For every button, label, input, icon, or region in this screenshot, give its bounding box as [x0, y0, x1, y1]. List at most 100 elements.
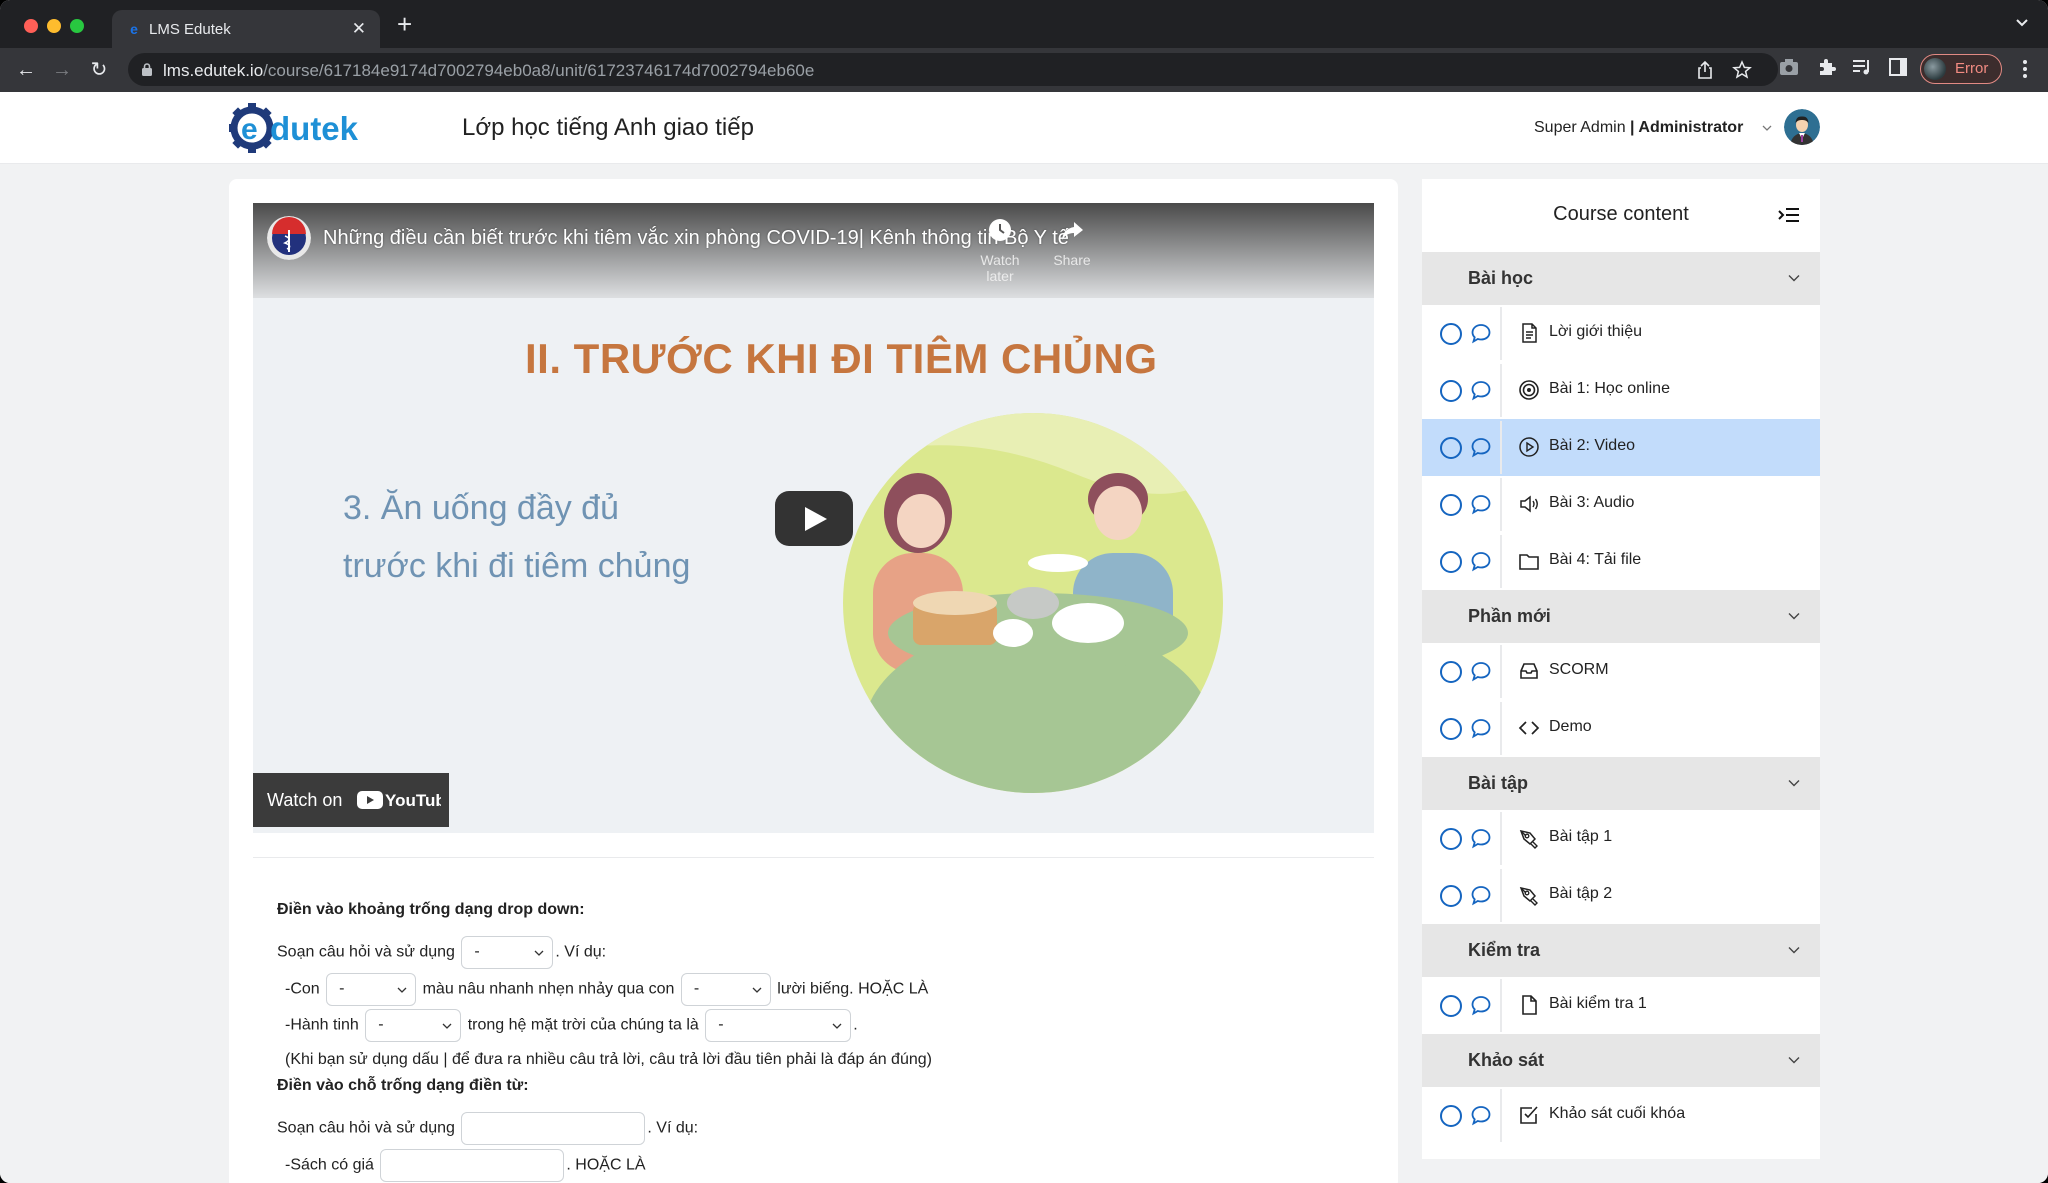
sidebar-item-label: Bài 1: Học online: [1549, 380, 1670, 397]
item-divider: [1500, 364, 1502, 417]
lesson-panel: Những điều cần biết trước khi tiêm vắc x…: [229, 179, 1398, 1183]
sidebar-item[interactable]: Khảo sát cuối khóa: [1422, 1087, 1820, 1144]
sidebar-section[interactable]: Khảo sát: [1422, 1034, 1820, 1087]
text: màu nâu nhanh nhẹn nhảy qua con: [422, 980, 675, 998]
completion-status-icon[interactable]: [1440, 885, 1462, 907]
blank-select-2[interactable]: -: [326, 973, 417, 1006]
text: Soạn câu hỏi và sử dụng: [277, 1119, 455, 1137]
comment-icon[interactable]: [1470, 379, 1492, 401]
completion-status-icon[interactable]: [1440, 551, 1462, 573]
channel-logo[interactable]: [267, 216, 311, 260]
section-label: Kiểm tra: [1468, 940, 1541, 960]
comment-icon[interactable]: [1470, 827, 1492, 849]
youtube-embed[interactable]: Những điều cần biết trước khi tiêm vắc x…: [253, 203, 1374, 833]
comment-icon[interactable]: [1470, 1104, 1492, 1126]
profile-error-button[interactable]: Error: [1920, 54, 2002, 84]
target-icon: [1519, 380, 1539, 400]
sidebar-item-label: Bài 4: Tải file: [1549, 551, 1642, 568]
text: Soạn câu hỏi và sử dụng: [277, 943, 455, 961]
edutek-logo[interactable]: e dutek: [226, 98, 376, 158]
side-panel-icon[interactable]: [1887, 56, 1909, 78]
item-divider: [1500, 645, 1502, 698]
completion-status-icon[interactable]: [1440, 323, 1462, 345]
more-menu-icon[interactable]: [2022, 58, 2028, 80]
user-avatar[interactable]: [1784, 109, 1820, 145]
bookmark-star-icon[interactable]: [1732, 60, 1752, 80]
reload-button[interactable]: ↻: [85, 56, 113, 84]
fill-heading: Điền vào chỗ trống dạng điền từ:: [277, 1077, 529, 1094]
close-window-button[interactable]: [24, 19, 38, 33]
comment-icon[interactable]: [1470, 717, 1492, 739]
media-queue-icon[interactable]: [1851, 56, 1873, 78]
user-name: Super Admin: [1534, 119, 1626, 136]
completion-status-icon[interactable]: [1440, 828, 1462, 850]
sidebar-section[interactable]: Phần mới: [1422, 590, 1820, 643]
watch-on-youtube-button[interactable]: Watch on YouTube: [253, 773, 449, 827]
browser-toolbar: ← → ↻ lms.edutek.io/course/617184e9174d7…: [0, 48, 2048, 92]
extensions-puzzle-icon[interactable]: [1816, 56, 1838, 78]
blank-select-4[interactable]: -: [365, 1009, 462, 1042]
comment-icon[interactable]: [1470, 660, 1492, 682]
blank-select-3[interactable]: -: [680, 973, 771, 1006]
comment-icon[interactable]: [1470, 884, 1492, 906]
completion-status-icon[interactable]: [1440, 380, 1462, 402]
camera-icon[interactable]: [1778, 56, 1800, 78]
completion-status-icon[interactable]: [1440, 1105, 1462, 1127]
sidebar-section[interactable]: Kiểm tra: [1422, 924, 1820, 977]
sidebar-item[interactable]: Bài tập 2: [1422, 867, 1820, 924]
sidebar-item[interactable]: Bài 1: Học online: [1422, 362, 1820, 419]
share-button[interactable]: Share: [1037, 217, 1107, 268]
minimize-window-button[interactable]: [47, 19, 61, 33]
browser-tab[interactable]: e LMS Edutek ✕: [112, 10, 380, 48]
item-divider: [1500, 869, 1502, 922]
comment-icon[interactable]: [1470, 994, 1492, 1016]
content-divider: [253, 857, 1374, 858]
item-divider: [1500, 979, 1502, 1032]
completion-status-icon[interactable]: [1440, 718, 1462, 740]
dropdown-line-1: Soạn câu hỏi và sử dụng - . Ví dụ:: [277, 936, 606, 969]
tab-close-icon[interactable]: ✕: [352, 19, 366, 39]
sidebar-item[interactable]: Lời giới thiệu: [1422, 305, 1820, 362]
completion-status-icon[interactable]: [1440, 661, 1462, 683]
completion-status-icon[interactable]: [1440, 494, 1462, 516]
sidebar-section[interactable]: Bài học: [1422, 252, 1820, 305]
comment-icon[interactable]: [1470, 550, 1492, 572]
sidebar-item[interactable]: Bài kiểm tra 1: [1422, 977, 1820, 1034]
fill-blank-input-2[interactable]: [380, 1149, 565, 1182]
video-top-bar: [253, 203, 1374, 298]
comment-icon[interactable]: [1470, 493, 1492, 515]
blank-select-1[interactable]: -: [461, 936, 554, 969]
pen-tool-icon: [1519, 886, 1538, 906]
sidebar-item[interactable]: Bài 4: Tải file: [1422, 533, 1820, 590]
watch-later-button[interactable]: Watch later: [965, 217, 1035, 284]
forward-button[interactable]: →: [48, 56, 76, 84]
collapse-sidebar-icon[interactable]: [1778, 205, 1800, 225]
sidebar-item[interactable]: Bài 2: Video: [1422, 419, 1820, 476]
completion-status-icon[interactable]: [1440, 995, 1462, 1017]
user-menu[interactable]: Super Admin | Administrator: [1534, 119, 1772, 137]
sidebar-item[interactable]: SCORM: [1422, 643, 1820, 700]
sidebar-item[interactable]: Demo: [1422, 700, 1820, 757]
sidebar-item[interactable]: Bài tập 1: [1422, 810, 1820, 867]
url-text[interactable]: lms.edutek.io/course/617184e9174d7002794…: [163, 61, 814, 81]
sidebar-item[interactable]: Bài 3: Audio: [1422, 476, 1820, 533]
comment-icon[interactable]: [1470, 436, 1492, 458]
sidebar-item-label: Bài 2: Video: [1549, 437, 1635, 454]
sidebar-item-label: Bài 3: Audio: [1549, 494, 1635, 511]
svg-text:dutek: dutek: [270, 110, 359, 147]
blank-select-5[interactable]: -: [705, 1009, 852, 1042]
back-button[interactable]: ←: [12, 56, 40, 84]
share-icon[interactable]: [1695, 60, 1715, 80]
sidebar-section[interactable]: Bài tập: [1422, 757, 1820, 810]
comment-icon[interactable]: [1470, 322, 1492, 344]
video-title[interactable]: Những điều cần biết trước khi tiêm vắc x…: [323, 227, 1069, 250]
completion-status-icon[interactable]: [1440, 437, 1462, 459]
text: -Con: [285, 980, 320, 998]
address-bar[interactable]: lms.edutek.io/course/617184e9174d7002794…: [128, 53, 1778, 86]
play-button[interactable]: [775, 491, 853, 546]
fill-blank-input-1[interactable]: [461, 1112, 646, 1145]
new-tab-button[interactable]: +: [397, 11, 412, 37]
maximize-window-button[interactable]: [70, 19, 84, 33]
sidebar-item-label: Khảo sát cuối khóa: [1549, 1105, 1686, 1122]
tab-search-chevron-icon[interactable]: [2016, 16, 2028, 28]
